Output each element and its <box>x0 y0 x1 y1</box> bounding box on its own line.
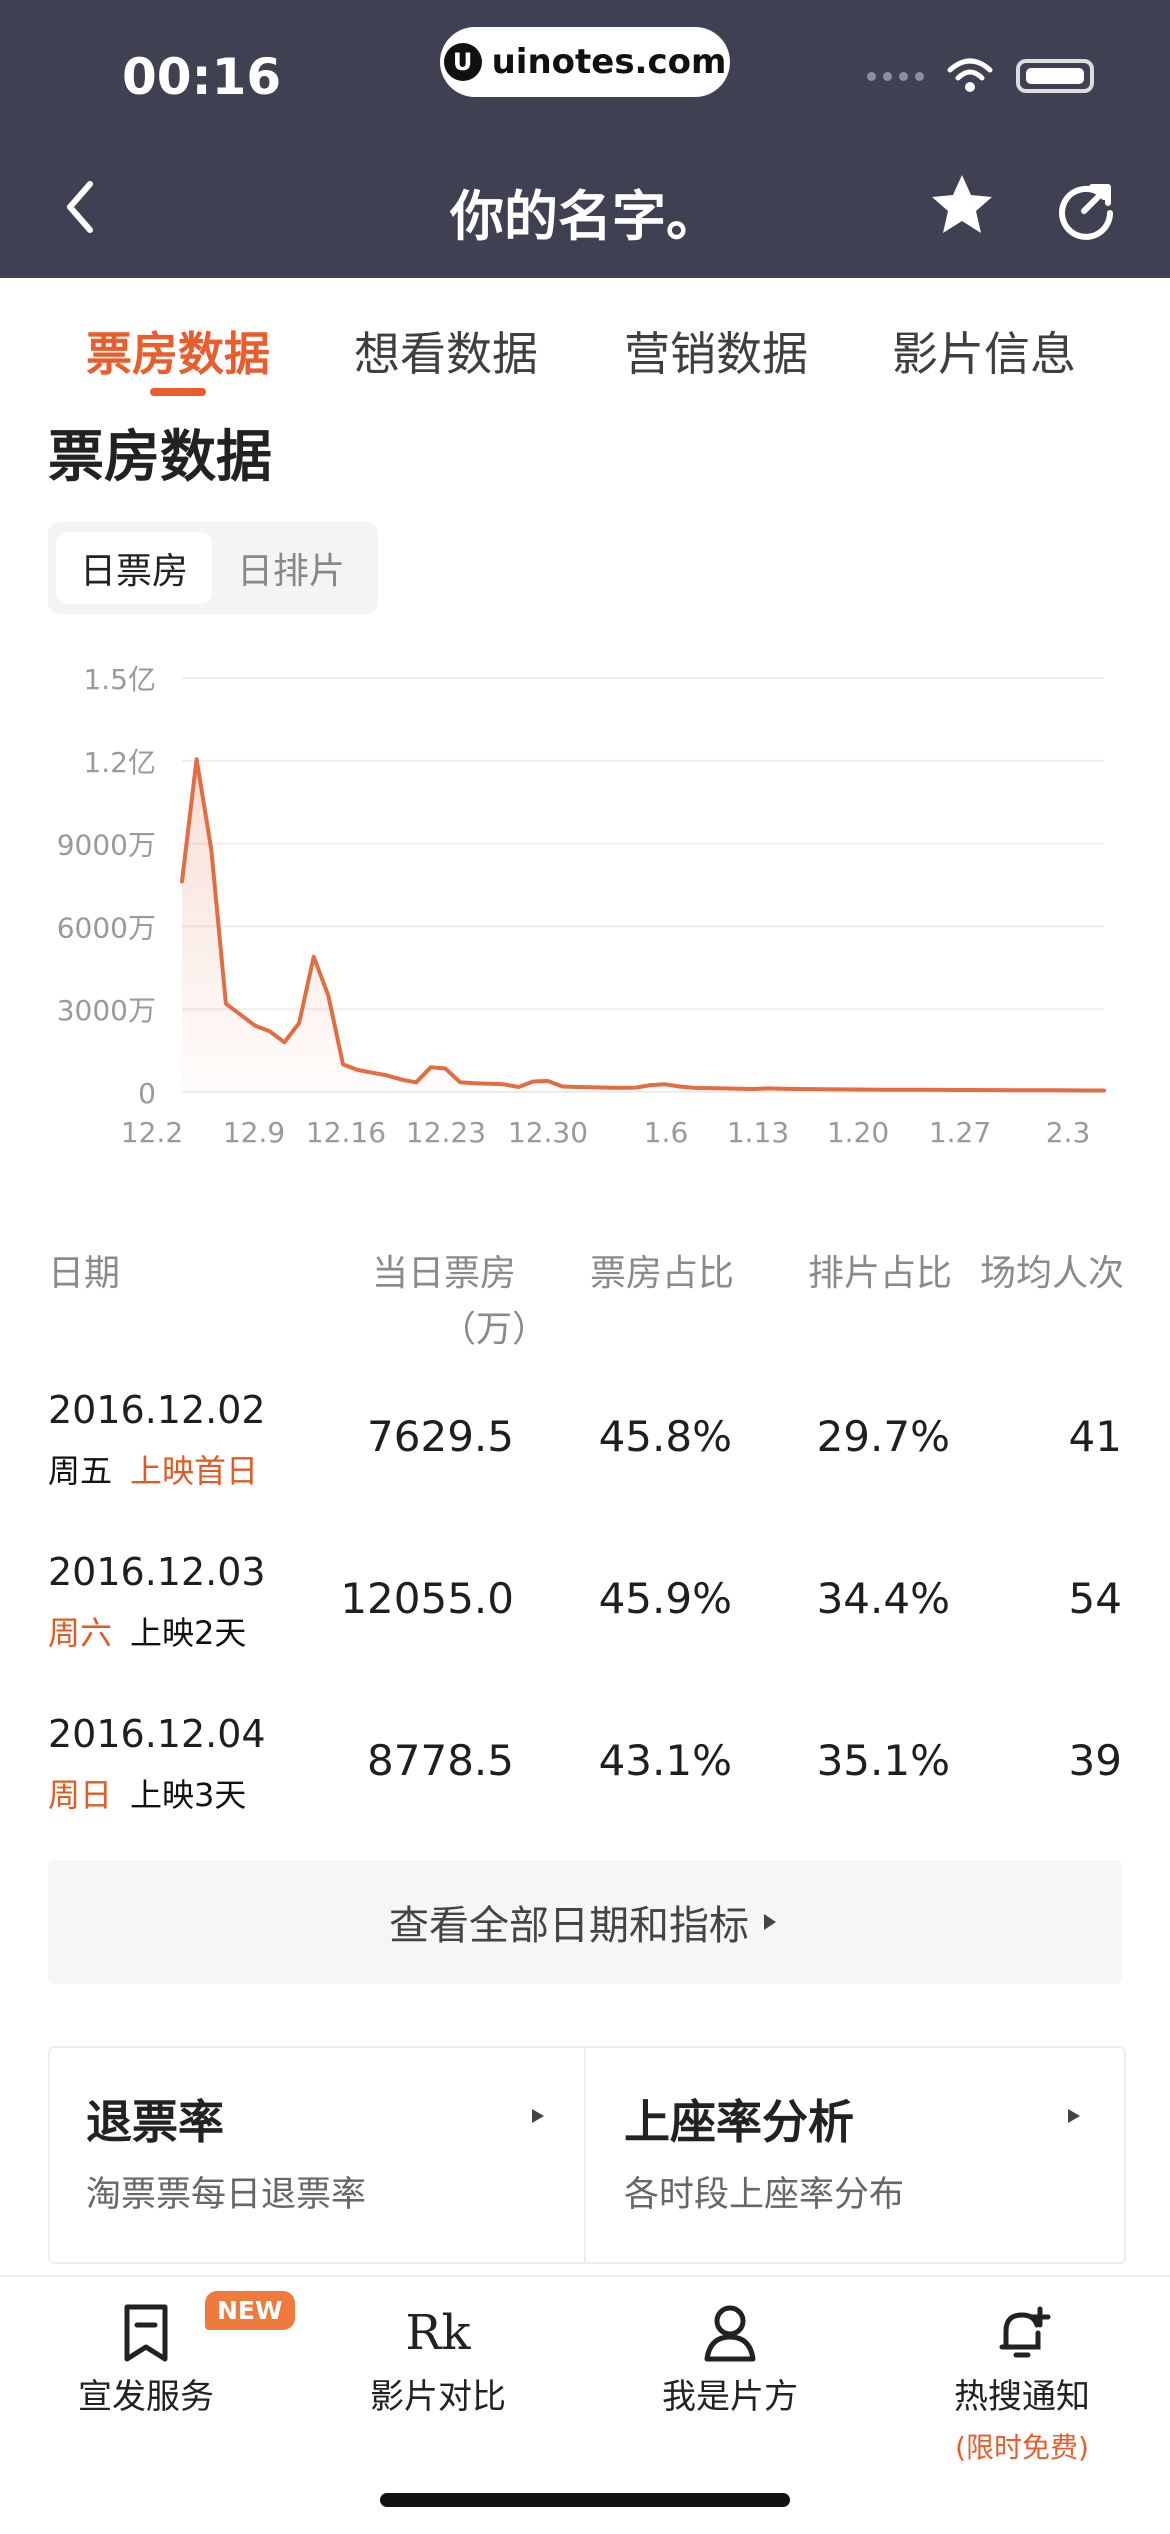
header-daily-box-unit: （万） <box>440 1309 549 1350</box>
tab-marketing[interactable]: 营销数据 <box>624 318 808 384</box>
tab-film-info[interactable]: 影片信息 <box>892 318 1076 384</box>
segment-daily-screens[interactable]: 日排片 <box>216 532 366 604</box>
bottom-nav-label: 宣发服务 <box>78 2377 214 2417</box>
bottom-nav-label: 影片对比 <box>370 2377 506 2417</box>
x-tick-label: 12.16 <box>306 1116 386 1149</box>
header-box-share: 票房占比 <box>590 1253 735 1294</box>
row-weekday: 周五 <box>48 1452 113 1490</box>
favorite-star-icon[interactable] <box>928 171 996 237</box>
home-indicator[interactable] <box>380 2493 790 2507</box>
bottom-nav-promotion[interactable]: 宣发服务 NEW <box>0 2277 295 2534</box>
box-office-chart: 0 3000万 6000万 9000万 1.2亿 1.5亿 12.2 12.9 12.16 12.… <box>57 663 1106 1149</box>
site-logo-icon: U <box>443 43 482 81</box>
row-weekday: 周日 <box>48 1776 113 1814</box>
row-box: 8778.5 <box>367 1736 514 1785</box>
url-text: uinotes.com <box>491 42 727 82</box>
view-all-dates-button[interactable]: 查看全部日期和指标 <box>48 1860 1122 1984</box>
card-occupancy-arrow-icon[interactable] <box>1064 2106 1084 2126</box>
bookmark-icon <box>116 2303 176 2363</box>
person-icon <box>700 2303 760 2363</box>
card-occupancy-subtitle: 各时段上座率分布 <box>624 2175 905 2215</box>
row-sub: 周日 上映3天 <box>48 1770 246 1816</box>
row-box-share: 43.1% <box>598 1736 732 1785</box>
tab-bar: 票房数据 想看数据 营销数据 影片信息 <box>0 278 1170 400</box>
row-box-share: 45.9% <box>598 1574 732 1623</box>
card-refund-arrow-icon[interactable] <box>528 2106 548 2126</box>
active-tab-indicator <box>150 388 206 396</box>
y-tick-label: 6000万 <box>57 911 156 944</box>
row-weekday: 周六 <box>48 1614 113 1652</box>
row-date: 2016.12.04 <box>48 1712 266 1756</box>
tab-want-to-see[interactable]: 想看数据 <box>354 318 538 384</box>
y-tick-label: 9000万 <box>57 829 156 862</box>
triangle-right-icon <box>764 1914 776 1930</box>
row-date: 2016.12.03 <box>48 1550 266 1594</box>
header-date: 日期 <box>48 1253 121 1294</box>
x-tick-label: 1.27 <box>929 1116 991 1149</box>
row-release-note: 上映首日 <box>130 1452 259 1490</box>
x-tick-label: 12.2 <box>121 1116 183 1149</box>
bottom-nav-sublabel: (限时免费) <box>955 2431 1089 2464</box>
row-screen-share: 34.4% <box>816 1574 950 1623</box>
battery-icon <box>1016 59 1094 93</box>
bottom-nav-hot-search[interactable]: 热搜通知 (限时免费) <box>876 2277 1168 2534</box>
x-tick-label: 1.13 <box>727 1116 789 1149</box>
chart-segmented-control: 日票房 日排片 <box>48 522 378 614</box>
new-badge: NEW <box>205 2291 295 2330</box>
row-box: 12055.0 <box>340 1574 514 1623</box>
top-bar: 00:16 U uinotes.com 你的名字。 <box>0 0 1170 278</box>
row-avg: 54 <box>1068 1574 1122 1623</box>
row-avg: 41 <box>1068 1412 1122 1461</box>
y-tick-label: 1.5亿 <box>83 663 156 696</box>
header-daily-box: 当日票房 <box>372 1253 517 1294</box>
wifi-icon <box>947 58 993 92</box>
x-tick-label: 12.30 <box>508 1116 588 1149</box>
row-sub: 周五 上映首日 <box>48 1446 258 1492</box>
row-box-share: 45.8% <box>598 1412 732 1461</box>
row-screen-share: 29.7% <box>816 1412 950 1461</box>
y-tick-label: 0 <box>138 1077 156 1110</box>
status-icons <box>867 58 1094 94</box>
signal-dots-icon <box>867 71 924 81</box>
url-pill[interactable]: U uinotes.com <box>440 27 730 97</box>
pk-glyph: Rk <box>405 2305 471 2361</box>
card-refund-subtitle: 淘票票每日退票率 <box>86 2175 367 2215</box>
row-screen-share: 35.1% <box>816 1736 950 1785</box>
row-avg: 39 <box>1068 1736 1122 1785</box>
bottom-nav-label: 热搜通知 <box>954 2377 1090 2417</box>
x-tick-label: 2.3 <box>1046 1116 1091 1149</box>
x-tick-label: 1.20 <box>827 1116 889 1149</box>
y-tick-label: 3000万 <box>57 994 156 1027</box>
bell-add-icon <box>992 2303 1052 2363</box>
header-screen-share: 排片占比 <box>808 1253 953 1294</box>
card-divider <box>584 2048 586 2262</box>
bottom-nav-label: 我是片方 <box>662 2377 798 2417</box>
y-tick-label: 1.2亿 <box>83 746 156 779</box>
x-tick-label: 12.23 <box>406 1116 486 1149</box>
tab-box-office[interactable]: 票房数据 <box>86 318 270 384</box>
row-box: 7629.5 <box>367 1412 514 1461</box>
row-release-note: 上映2天 <box>130 1614 247 1652</box>
x-tick-label: 12.9 <box>223 1116 285 1149</box>
x-tick-label: 1.6 <box>644 1116 689 1149</box>
section-title: 票房数据 <box>48 425 272 490</box>
pk-icon: Rk <box>405 2303 471 2363</box>
view-all-label: 查看全部日期和指标 <box>389 1903 749 1949</box>
header-avg-attendance: 场均人次 <box>980 1253 1125 1294</box>
row-release-note: 上映3天 <box>130 1776 247 1814</box>
analysis-cards: 退票率 淘票票每日退票率 上座率分析 各时段上座率分布 <box>48 2046 1126 2264</box>
row-sub: 周六 上映2天 <box>48 1608 246 1654</box>
status-time: 00:16 <box>122 48 282 106</box>
card-occupancy-title[interactable]: 上座率分析 <box>624 2086 854 2152</box>
card-refund-title[interactable]: 退票率 <box>86 2086 224 2152</box>
row-date: 2016.12.02 <box>48 1388 266 1432</box>
share-icon[interactable] <box>1054 177 1118 241</box>
segment-daily-box[interactable]: 日票房 <box>56 532 212 604</box>
